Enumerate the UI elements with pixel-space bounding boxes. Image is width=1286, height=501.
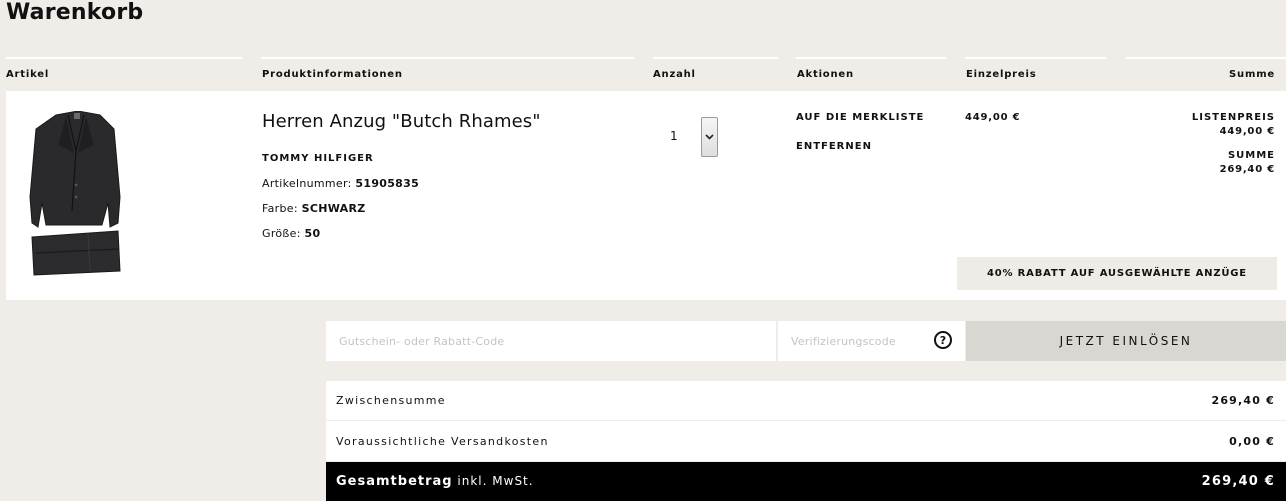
shipping-label: Voraussichtliche Versandkosten	[336, 434, 549, 448]
size-value: 50	[304, 227, 321, 240]
chevron-down-icon	[705, 134, 714, 140]
subtotal-label: Zwischensumme	[336, 394, 446, 407]
coupon-code-input[interactable]	[326, 321, 776, 361]
header-rule	[1126, 57, 1286, 59]
shipping-row: Voraussichtliche Versandkosten 0,00 €	[326, 421, 1286, 461]
header-rule	[261, 57, 634, 59]
col-summe: Summe	[1229, 69, 1275, 80]
grand-total-label: Gesamtbetrag inkl. MwSt.	[336, 474, 534, 489]
grand-total-label-bold: Gesamtbetrag	[336, 474, 453, 489]
remove-item-link[interactable]: ENTFERNEN	[796, 141, 872, 152]
product-brand: TOMMY HILFIGER	[262, 153, 374, 164]
add-to-wishlist-link[interactable]: AUF DIE MERKLISTE	[796, 112, 924, 123]
size-line: Größe: 50	[262, 227, 320, 240]
quantity-value[interactable]: 1	[670, 129, 678, 143]
redeem-coupon-button[interactable]: JETZT EINLÖSEN	[966, 321, 1286, 361]
size-label: Größe:	[262, 227, 301, 240]
color-line: Farbe: SCHWARZ	[262, 202, 366, 215]
page-title: Warenkorb	[6, 0, 144, 25]
grand-total-value: 269,40 €	[1201, 474, 1275, 489]
list-price-value: 449,00 €	[1219, 126, 1275, 137]
article-number-line: Artikelnummer: 51905835	[262, 177, 419, 190]
sum-label: SUMME	[1227, 150, 1275, 161]
color-value: SCHWARZ	[301, 202, 366, 215]
product-image-suit[interactable]	[28, 111, 124, 277]
subtotal-value: 269,40 €	[1211, 394, 1275, 407]
product-name[interactable]: Herren Anzug "Butch Rhames"	[262, 111, 541, 132]
header-rule	[796, 57, 946, 59]
col-produktinformationen: Produktinformationen	[262, 69, 403, 80]
quantity-dropdown-button[interactable]	[701, 117, 718, 157]
header-rule	[965, 57, 1106, 59]
sum-value: 269,40 €	[1219, 164, 1275, 175]
question-circle-icon[interactable]: ?	[934, 331, 952, 349]
header-rule	[6, 57, 242, 59]
col-einzelpreis: Einzelpreis	[966, 69, 1037, 80]
col-anzahl: Anzahl	[653, 69, 696, 80]
promo-badge: 40% RABATT AUF AUSGEWÄHLTE ANZÜGE	[957, 257, 1277, 290]
article-number-value: 51905835	[355, 177, 420, 190]
col-artikel: Artikel	[6, 69, 50, 80]
shipping-value: 0,00 €	[1229, 434, 1275, 448]
subtotal-row: Zwischensumme 269,40 €	[326, 381, 1286, 420]
grand-total-label-tax: inkl. MwSt.	[457, 474, 534, 488]
list-price-label: LISTENPREIS	[1191, 112, 1275, 123]
cart-page: Warenkorb Artikel Produktinformationen A…	[0, 0, 1286, 501]
col-aktionen: Aktionen	[797, 69, 854, 80]
grand-total-row: Gesamtbetrag inkl. MwSt. 269,40 €	[326, 462, 1286, 501]
cart-item: Herren Anzug "Butch Rhames" TOMMY HILFIG…	[6, 91, 1286, 300]
header-rule	[653, 57, 778, 59]
unit-price: 449,00 €	[965, 112, 1021, 123]
article-number-label: Artikelnummer:	[262, 177, 352, 190]
color-label: Farbe:	[262, 202, 298, 215]
